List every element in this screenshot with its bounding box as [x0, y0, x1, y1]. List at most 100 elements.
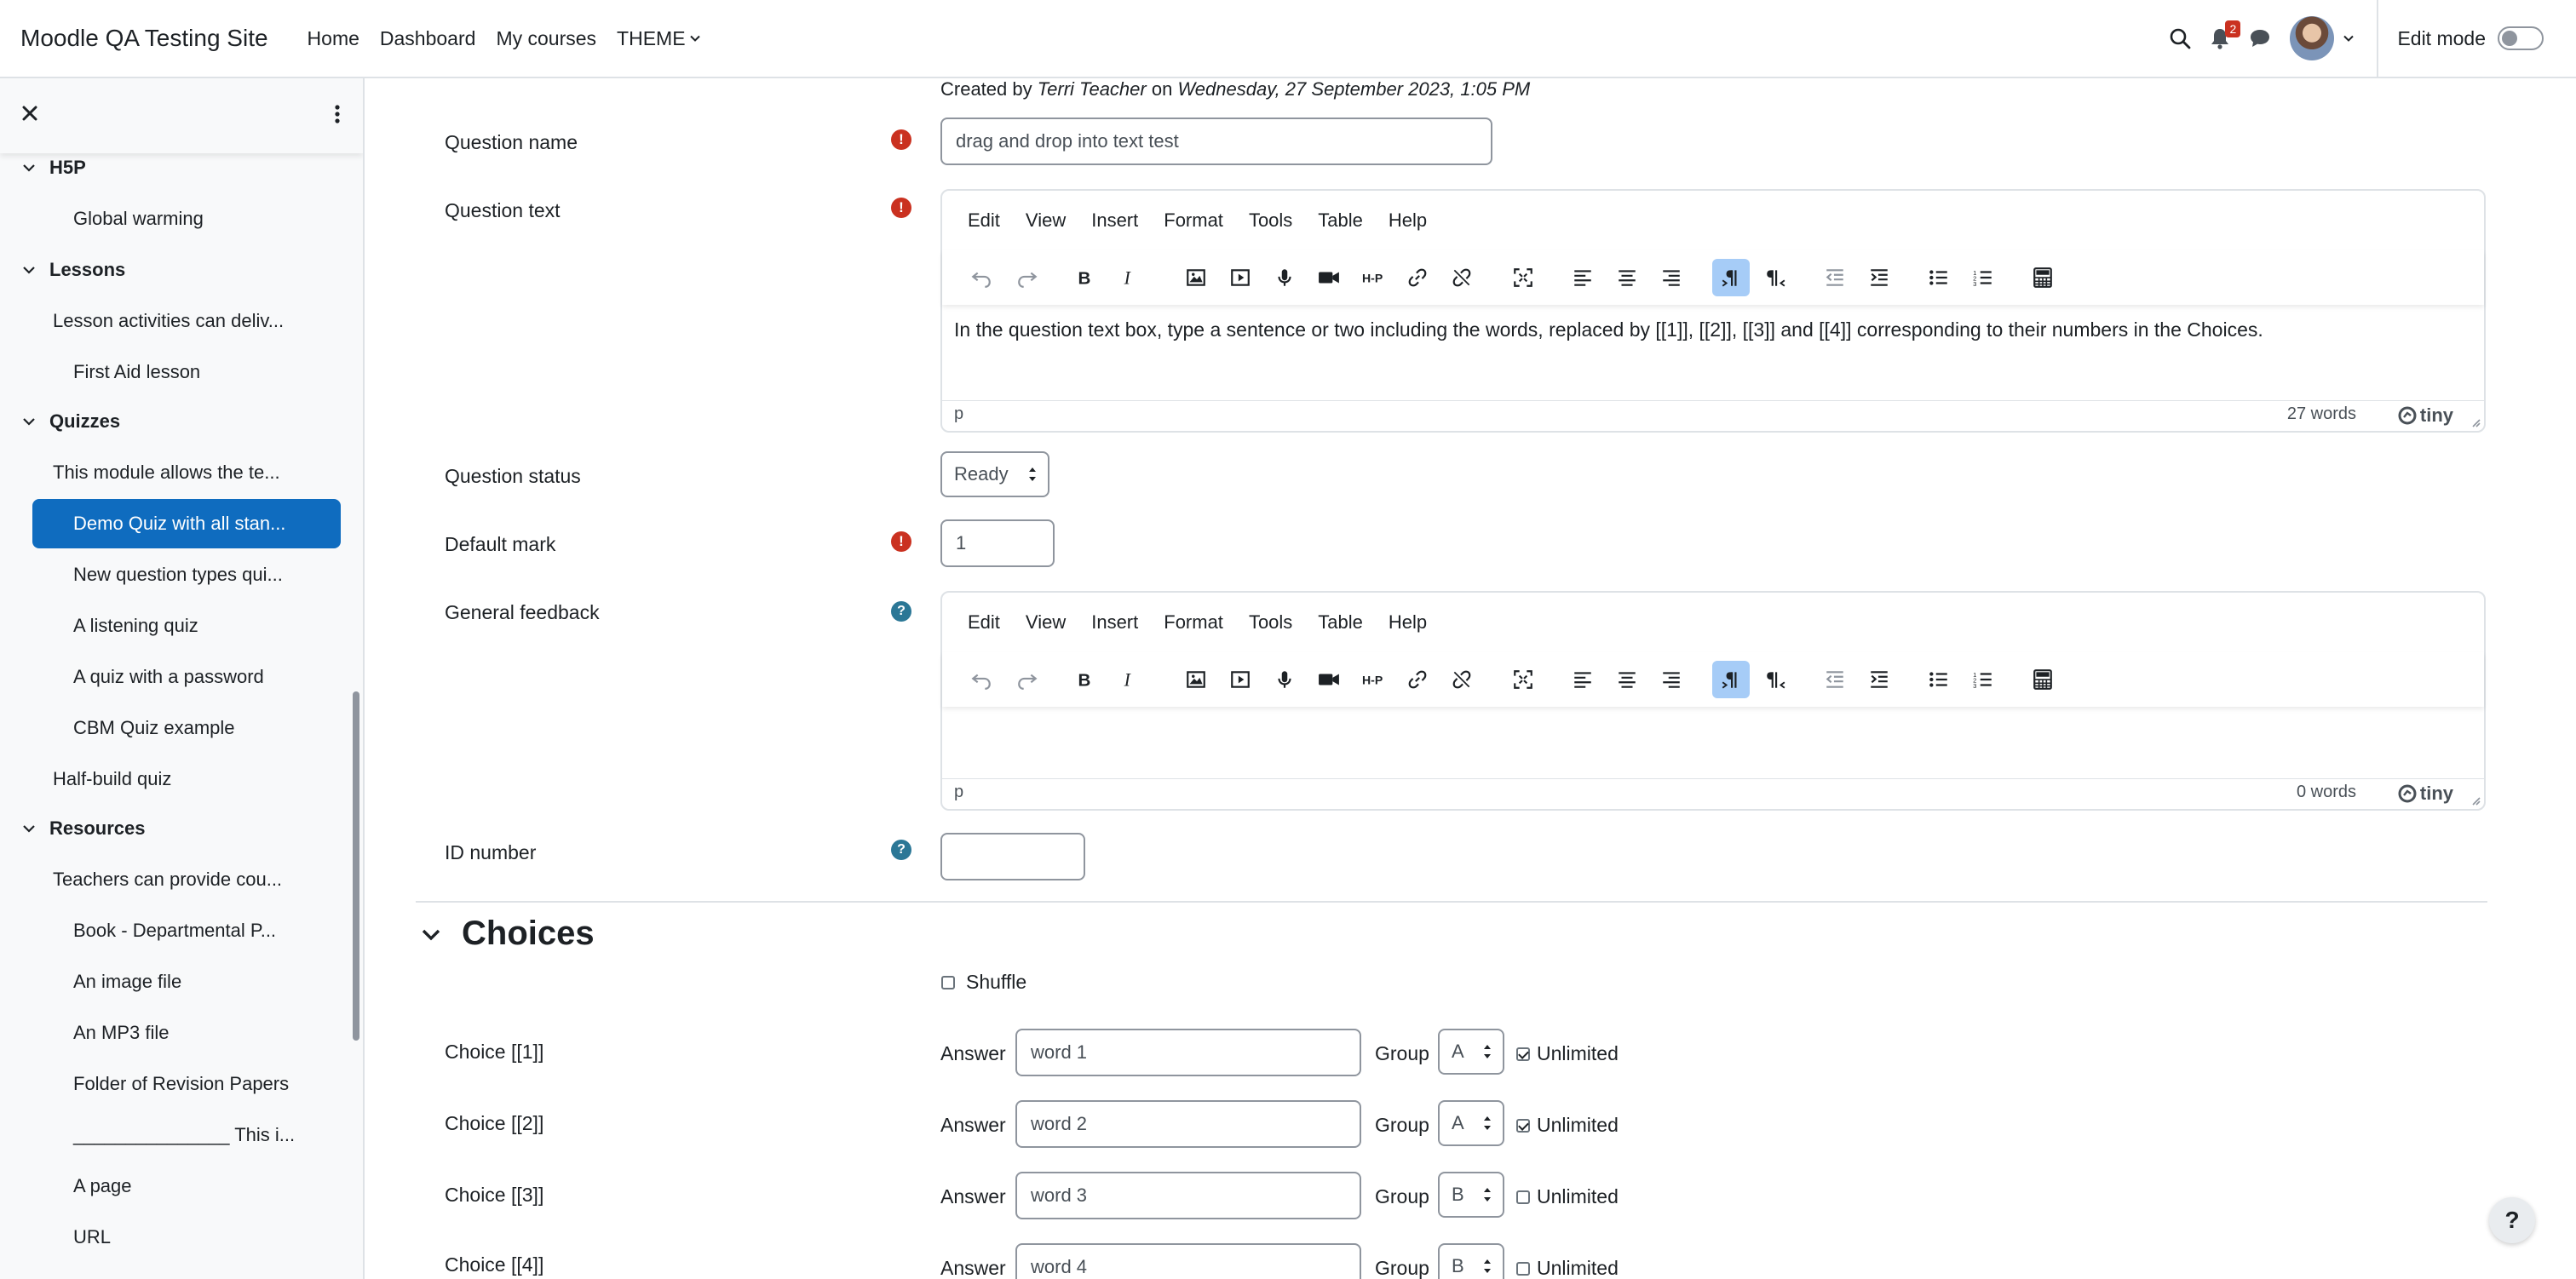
outdent-button[interactable]	[1816, 661, 1854, 698]
editor-word-count[interactable]: 0 words	[2297, 783, 2356, 802]
editor-menu-view[interactable]: View	[1026, 611, 1066, 634]
align-center-button[interactable]	[1608, 661, 1646, 698]
numbered-list-button[interactable]: 123	[1964, 259, 2002, 296]
editor-menu-edit[interactable]: Edit	[968, 209, 1000, 232]
notifications-button[interactable]: 2	[2210, 20, 2241, 49]
drawer-item[interactable]: Teachers can provide cou...	[53, 869, 282, 891]
media-button[interactable]	[1222, 259, 1259, 296]
indent-button[interactable]	[1860, 661, 1898, 698]
edit-mode-toggle[interactable]	[2498, 26, 2544, 50]
align-right-button[interactable]	[1653, 259, 1690, 296]
drawer-item[interactable]: Global warming	[73, 208, 204, 230]
question-name-input[interactable]: drag and drop into text test	[940, 118, 1492, 165]
drawer-section-resources[interactable]: Resources	[22, 817, 146, 840]
fullscreen-button[interactable]	[1504, 259, 1542, 296]
default-mark-input[interactable]: 1	[940, 519, 1055, 567]
choice-answer-input[interactable]: word 2	[1015, 1100, 1361, 1148]
align-left-button[interactable]	[1564, 259, 1601, 296]
microphone-button[interactable]	[1266, 661, 1303, 698]
video-camera-button[interactable]	[1310, 259, 1348, 296]
editor-menu-insert[interactable]: Insert	[1091, 611, 1138, 634]
unlink-button[interactable]	[1443, 259, 1481, 296]
redo-button[interactable]	[1009, 259, 1046, 296]
drawer-item[interactable]: An MP3 file	[73, 1022, 170, 1044]
align-left-button[interactable]	[1564, 661, 1601, 698]
link-button[interactable]	[1399, 259, 1436, 296]
choice-answer-input[interactable]: word 3	[1015, 1172, 1361, 1219]
media-button[interactable]	[1222, 661, 1259, 698]
tiny-logo[interactable]: tiny	[2398, 783, 2453, 805]
align-center-button[interactable]	[1608, 259, 1646, 296]
editor-menu-view[interactable]: View	[1026, 209, 1066, 232]
editor-word-count[interactable]: 27 words	[2287, 404, 2356, 424]
drawer-item[interactable]: First Aid lesson	[73, 361, 200, 383]
numbered-list-button[interactable]: 123	[1964, 661, 2002, 698]
drawer-item[interactable]: Book - Departmental P...	[73, 920, 276, 942]
drawer-item[interactable]: New question types qui...	[73, 564, 283, 586]
help-icon[interactable]: ?	[891, 840, 911, 860]
undo-button[interactable]	[963, 259, 1000, 296]
help-icon[interactable]: ?	[891, 601, 911, 622]
choice-answer-input[interactable]: word 1	[1015, 1029, 1361, 1076]
messages-icon[interactable]	[2249, 28, 2271, 49]
unlimited-checkbox[interactable]	[1516, 1262, 1530, 1276]
drawer-item[interactable]: Half-build quiz	[53, 768, 171, 790]
choice-group-select[interactable]: B	[1438, 1172, 1504, 1218]
choice-group-select[interactable]: A	[1438, 1029, 1504, 1075]
editor-menu-table[interactable]: Table	[1318, 611, 1363, 634]
outdent-button[interactable]	[1816, 259, 1854, 296]
editor-menu-help[interactable]: Help	[1389, 611, 1427, 634]
link-button[interactable]	[1399, 661, 1436, 698]
align-right-button[interactable]	[1653, 661, 1690, 698]
image-button[interactable]	[1177, 661, 1215, 698]
calculator-button[interactable]	[2024, 661, 2061, 698]
drawer-section-h5p[interactable]: H5P	[22, 157, 86, 179]
redo-button[interactable]	[1009, 661, 1046, 698]
bullet-list-button[interactable]	[1920, 259, 1958, 296]
unlimited-checkbox[interactable]	[1516, 1190, 1530, 1204]
drawer-section-quizzes[interactable]: Quizzes	[22, 410, 120, 433]
drawer-item[interactable]: Folder of Revision Papers	[73, 1073, 289, 1095]
drawer-scrollbar[interactable]	[353, 691, 359, 1041]
editor-menu-edit[interactable]: Edit	[968, 611, 1000, 634]
italic-button[interactable]: I	[1109, 259, 1147, 296]
drawer-item[interactable]: Lesson activities can deliv...	[53, 310, 284, 332]
drawer-section-lessons[interactable]: Lessons	[22, 259, 125, 281]
nav-my-courses[interactable]: My courses	[496, 27, 596, 50]
help-fab-button[interactable]: ?	[2489, 1197, 2535, 1243]
choice-answer-input[interactable]: word 4	[1015, 1243, 1361, 1279]
fullscreen-button[interactable]	[1504, 661, 1542, 698]
tiny-logo[interactable]: tiny	[2398, 404, 2453, 427]
h5p-button[interactable]: H-P	[1354, 259, 1392, 296]
editor-menu-format[interactable]: Format	[1164, 209, 1223, 232]
editor-menu-format[interactable]: Format	[1164, 611, 1223, 634]
ltr-button[interactable]	[1712, 661, 1750, 698]
question-text-content[interactable]: In the question text box, type a sentenc…	[954, 318, 2263, 341]
editor-menu-table[interactable]: Table	[1318, 209, 1363, 232]
choices-section-header[interactable]: Choices	[421, 915, 595, 953]
bold-button[interactable]: B	[1065, 259, 1102, 296]
user-menu[interactable]	[2290, 16, 2355, 60]
drawer-item[interactable]: A listening quiz	[73, 615, 198, 637]
drawer-item[interactable]: CBM Quiz example	[73, 717, 235, 739]
video-camera-button[interactable]	[1310, 661, 1348, 698]
site-brand[interactable]: Moodle QA Testing Site	[20, 25, 268, 52]
close-icon[interactable]	[20, 104, 39, 123]
drawer-item[interactable]: A quiz with a password	[73, 666, 264, 688]
drawer-item[interactable]: _______________ This i...	[73, 1124, 295, 1146]
unlink-button[interactable]	[1443, 661, 1481, 698]
search-icon[interactable]	[2169, 27, 2191, 49]
bullet-list-button[interactable]	[1920, 661, 1958, 698]
h5p-button[interactable]: H-P	[1354, 661, 1392, 698]
ltr-button[interactable]	[1712, 259, 1750, 296]
editor-menu-tools[interactable]: Tools	[1249, 611, 1292, 634]
resize-handle-icon[interactable]	[2470, 417, 2481, 427]
italic-button[interactable]: I	[1109, 661, 1147, 698]
drawer-item[interactable]: This module allows the te...	[53, 462, 280, 484]
unlimited-checkbox[interactable]	[1516, 1047, 1530, 1061]
image-button[interactable]	[1177, 259, 1215, 296]
rtl-button[interactable]	[1757, 259, 1794, 296]
rtl-button[interactable]	[1757, 661, 1794, 698]
microphone-button[interactable]	[1266, 259, 1303, 296]
id-number-input[interactable]	[940, 833, 1085, 880]
